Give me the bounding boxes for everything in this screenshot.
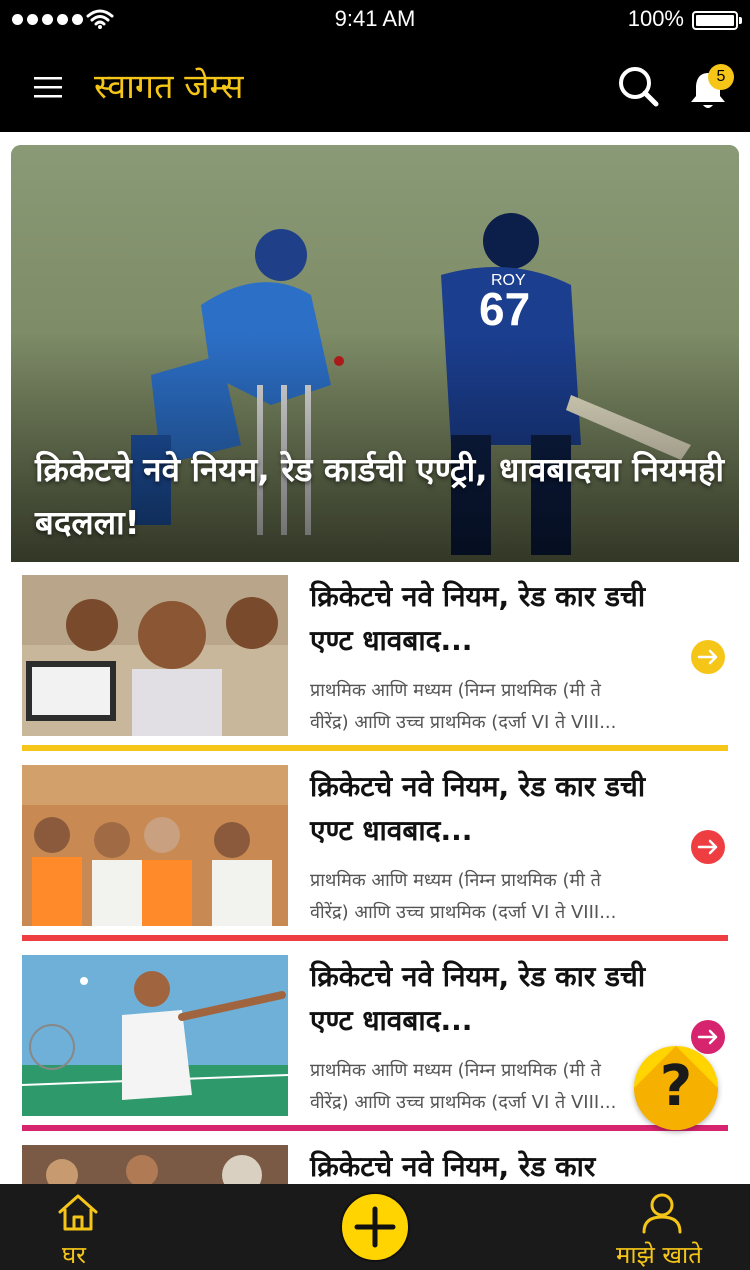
news-thumbnail bbox=[22, 765, 288, 926]
news-headline: क्रिकेटचे नवे नियम, रेड कार bbox=[310, 1150, 596, 1183]
plus-icon bbox=[354, 1206, 396, 1248]
nav-account-label: माझे खाते bbox=[616, 1241, 702, 1269]
hero-title: क्रिकेटचे नवे नियम, रेड कार्डची एण्ट्री,… bbox=[35, 450, 725, 542]
news-thumbnail bbox=[22, 575, 288, 736]
menu-icon[interactable] bbox=[28, 68, 68, 108]
home-icon bbox=[58, 1194, 98, 1231]
status-bar: 9:41 AM 100% bbox=[0, 0, 750, 40]
news-summary: प्राथमिक आणि मध्यम (निम्न प्राथमिक (मी त… bbox=[310, 870, 617, 923]
help-button[interactable]: ? bbox=[634, 1046, 718, 1130]
news-divider bbox=[22, 1125, 728, 1131]
news-headline: क्रिकेटचे नवे नियम, रेड कार डची एण्ट धाव… bbox=[310, 580, 646, 657]
arrow-right-icon[interactable] bbox=[690, 1019, 726, 1055]
news-summary: प्राथमिक आणि मध्यम (निम्न प्राथमिक (मी त… bbox=[310, 1060, 617, 1113]
arrow-right-icon[interactable] bbox=[690, 829, 726, 865]
news-divider bbox=[22, 745, 728, 751]
notification-badge: 5 bbox=[708, 64, 734, 90]
question-icon: ? bbox=[659, 1054, 693, 1119]
news-thumbnail bbox=[22, 955, 288, 1116]
nav-account[interactable]: माझे खाते bbox=[610, 1192, 720, 1269]
news-item[interactable]: क्रिकेटचे नवे नियम, रेड कार डची एण्ट धाव… bbox=[22, 765, 728, 941]
nav-home-label: घर bbox=[62, 1241, 86, 1269]
app-header: स्वागत जेम्स 5 bbox=[0, 40, 750, 132]
hero-card[interactable]: 67 ROY क्रिकेटचे नवे नियम, रेड कार्डची ए… bbox=[11, 145, 739, 562]
battery-percentage: 100% bbox=[627, 6, 684, 31]
arrow-right-icon[interactable] bbox=[690, 639, 726, 675]
search-icon[interactable] bbox=[616, 64, 662, 110]
news-headline: क्रिकेटचे नवे नियम, रेड कार डची एण्ट धाव… bbox=[310, 960, 646, 1037]
news-headline: क्रिकेटचे नवे नियम, रेड कार डची एण्ट धाव… bbox=[310, 770, 646, 847]
news-divider bbox=[22, 935, 728, 941]
battery-icon bbox=[692, 11, 742, 30]
user-icon bbox=[642, 1193, 682, 1234]
nav-home[interactable]: घर bbox=[40, 1192, 116, 1269]
news-item[interactable]: क्रिकेटचे नवे नियम, रेड कार डची एण्ट धाव… bbox=[22, 955, 728, 1131]
add-button[interactable] bbox=[340, 1192, 410, 1262]
page-title: स्वागत जेम्स bbox=[94, 67, 244, 107]
news-item[interactable]: क्रिकेटचे नवे नियम, रेड कार डची एण्ट धाव… bbox=[22, 575, 728, 751]
news-summary: प्राथमिक आणि मध्यम (निम्न प्राथमिक (मी त… bbox=[310, 680, 617, 733]
